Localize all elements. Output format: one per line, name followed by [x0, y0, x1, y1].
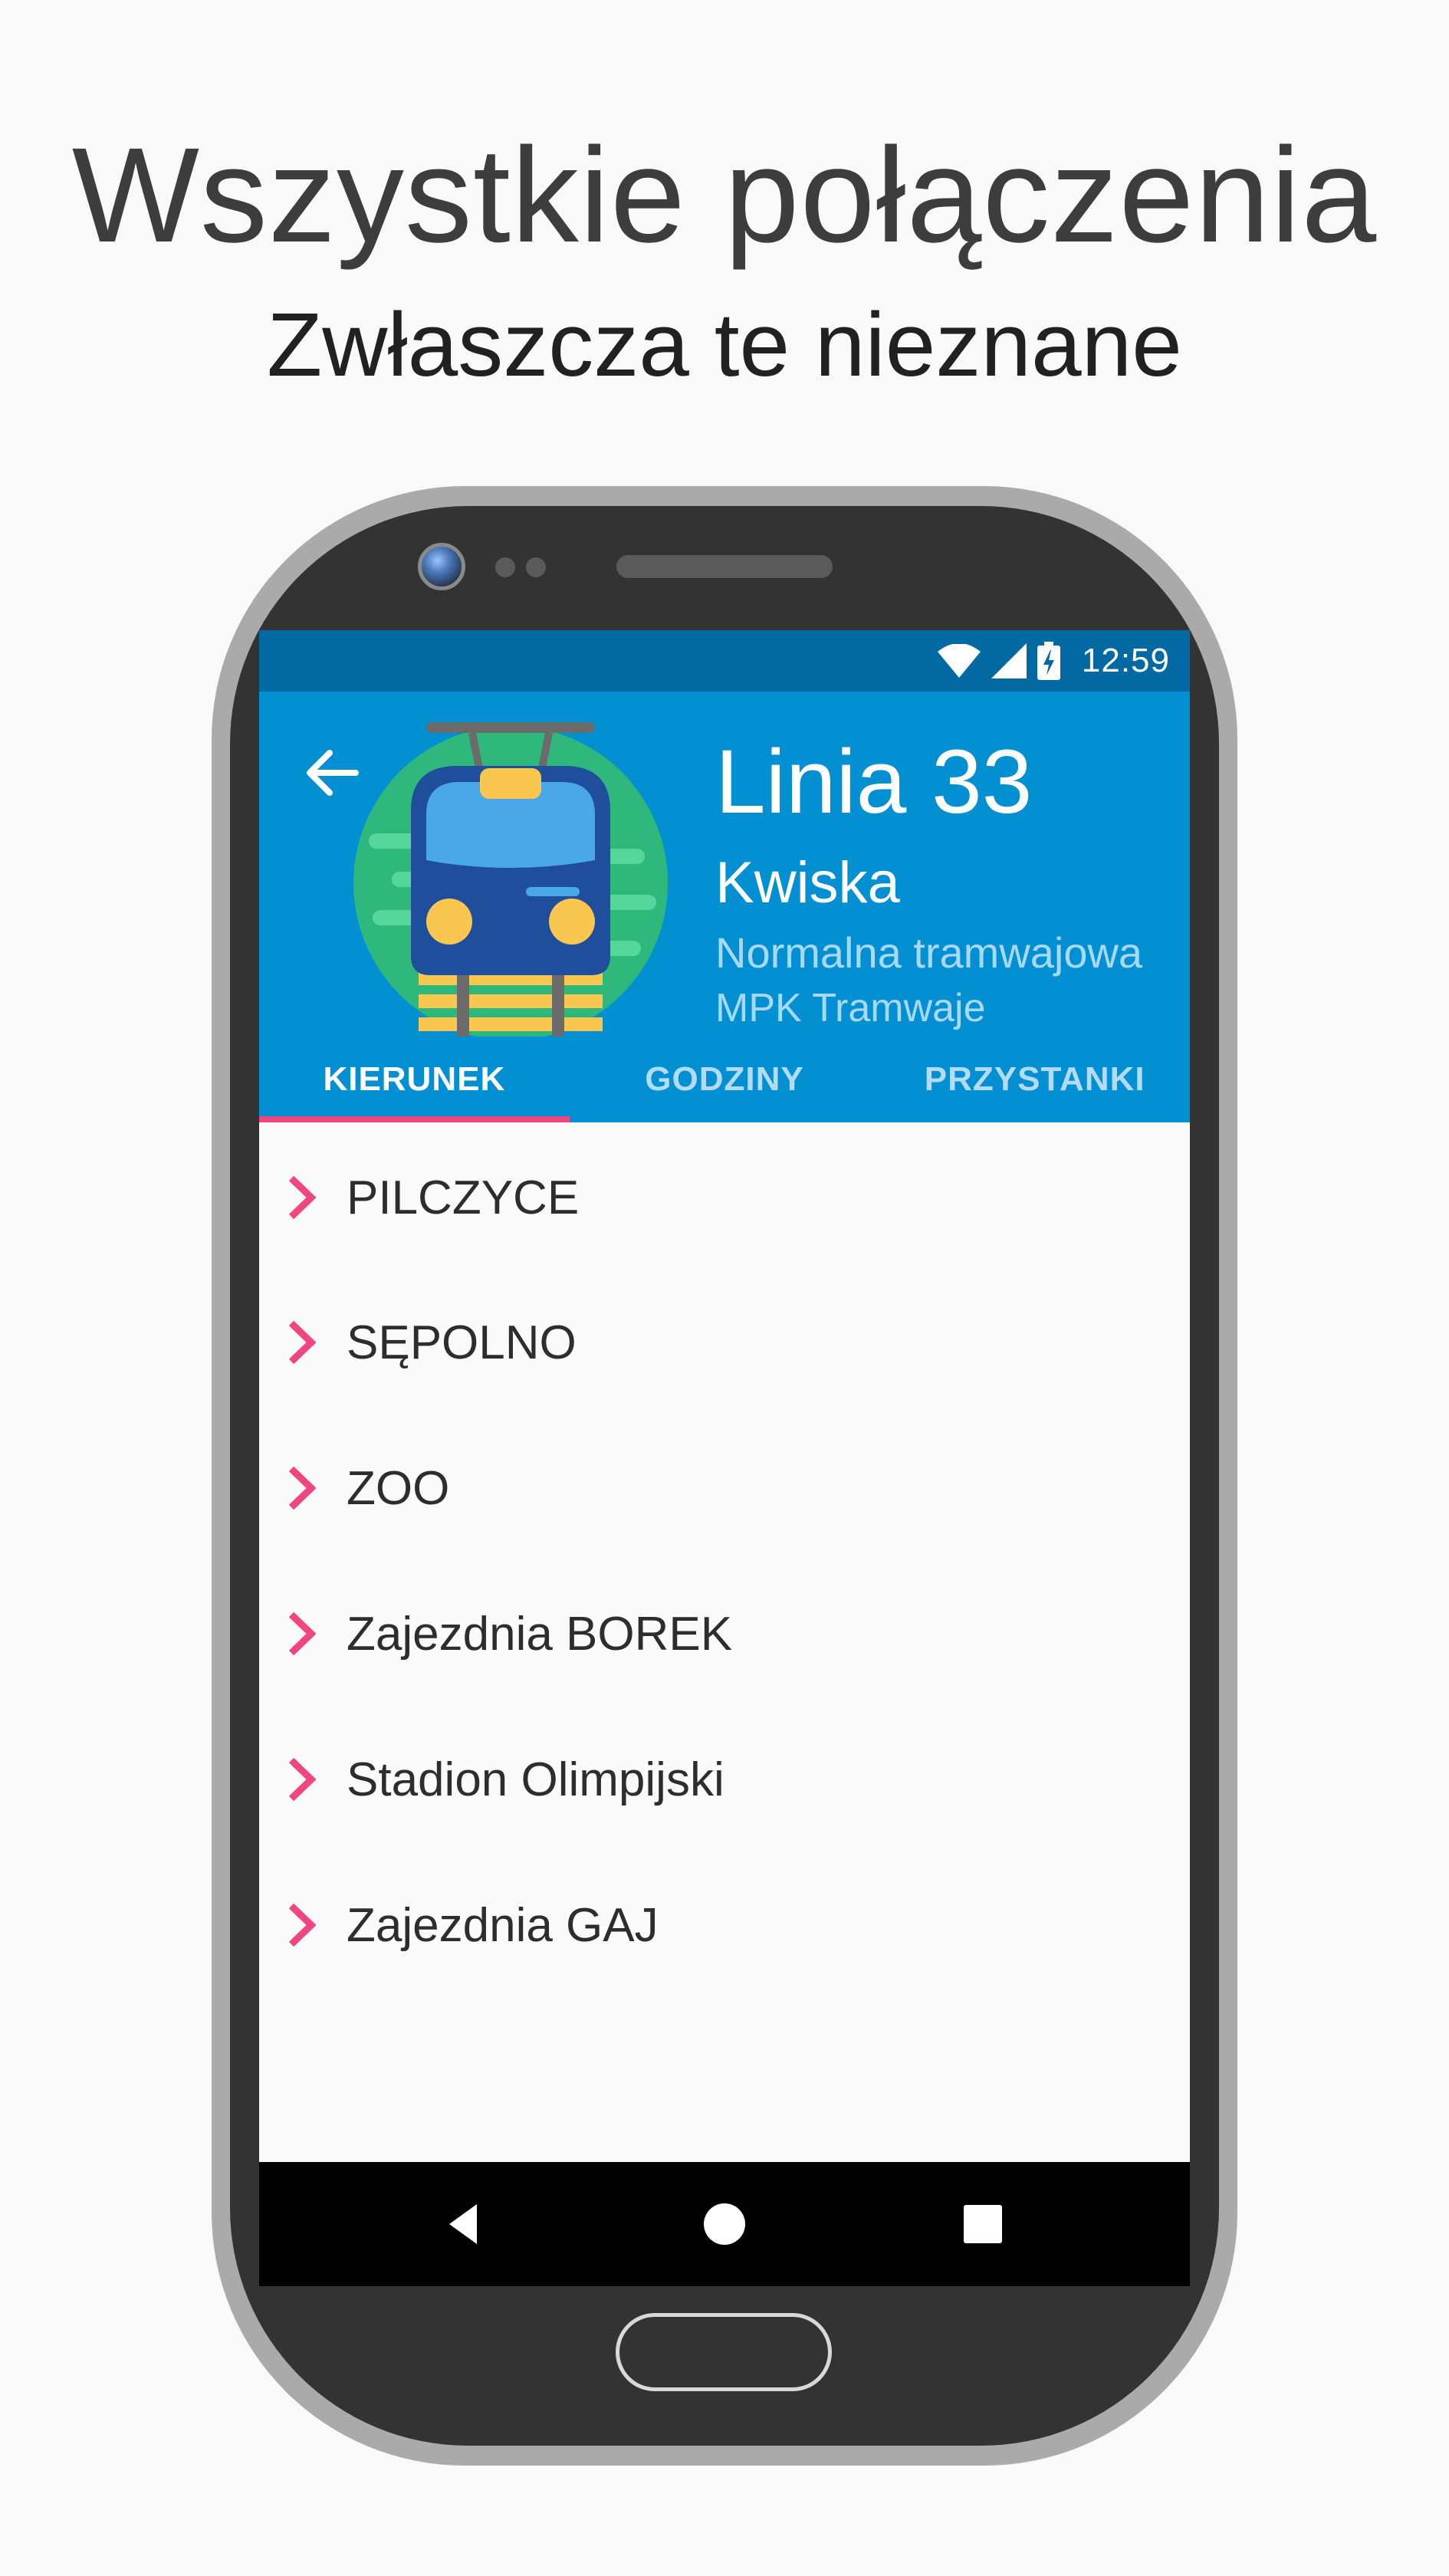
nav-home-icon[interactable] [697, 2196, 752, 2252]
line-title: Linia 33 [715, 731, 1033, 833]
tram-front-icon [353, 722, 668, 1040]
tab-kierunek[interactable]: KIERUNEK [259, 1037, 570, 1122]
battery-charging-icon [1037, 642, 1060, 680]
promo-headline: Wszystkie połączenia [71, 120, 1378, 271]
tab-godziny[interactable]: GODZINY [570, 1037, 880, 1122]
direction-label: SĘPOLNO [347, 1316, 577, 1369]
direction-label: Zajezdnia BOREK [347, 1607, 733, 1661]
nav-recents-icon[interactable] [955, 2196, 1010, 2252]
arrow-back-icon[interactable] [302, 742, 363, 803]
sensor-dot [495, 557, 515, 577]
direction-label: PILCZYCE [347, 1171, 580, 1224]
nav-back-icon[interactable] [439, 2196, 494, 2252]
line-operator: MPK Tramwaje [715, 986, 986, 1030]
sensor-dot [526, 557, 546, 577]
list-item[interactable]: Zajezdnia BOREK [259, 1561, 1190, 1707]
line-subtitle: Kwiska [715, 850, 900, 915]
chevron-right-icon [288, 1466, 317, 1510]
cell-signal-icon [991, 643, 1027, 678]
line-type: Normalna tramwajowa [715, 928, 1143, 977]
status-icons: 12:59 [937, 641, 1170, 681]
status-time: 12:59 [1081, 642, 1170, 679]
direction-list: PILCZYCE SĘPOLNO ZOO Zajezdnia BOREK Sta… [259, 1122, 1190, 1998]
tab-bar: KIERUNEK GODZINY PRZYSTANKI [259, 1037, 1190, 1122]
list-item[interactable]: ZOO [259, 1415, 1190, 1561]
tab-przystanki[interactable]: PRZYSTANKI [879, 1037, 1190, 1122]
list-item[interactable]: PILCZYCE [259, 1122, 1190, 1270]
chevron-right-icon [288, 1175, 317, 1220]
earpiece-speaker [616, 555, 833, 578]
chevron-right-icon [288, 1320, 317, 1365]
chevron-right-icon [288, 1757, 317, 1802]
promo-subheadline: Zwłaszcza te nieznane [267, 294, 1182, 396]
system-nav-bar [259, 2162, 1190, 2286]
status-bar: 12:59 [259, 630, 1190, 692]
list-item[interactable]: Zajezdnia GAJ [259, 1852, 1190, 1998]
direction-label: Stadion Olimpijski [347, 1753, 724, 1806]
list-item[interactable]: SĘPOLNO [259, 1270, 1190, 1415]
wifi-icon [937, 644, 981, 678]
app-screen: 12:59 Linia 33 Kwiska Normalna tramwajow… [259, 630, 1190, 2286]
front-camera [418, 543, 465, 590]
direction-label: Zajezdnia GAJ [347, 1898, 659, 1952]
line-header: Linia 33 Kwiska Normalna tramwajowa MPK … [259, 692, 1190, 1040]
direction-label: ZOO [347, 1461, 450, 1515]
list-item[interactable]: Stadion Olimpijski [259, 1707, 1190, 1852]
chevron-right-icon [288, 1903, 317, 1947]
hardware-home-button[interactable] [616, 2313, 832, 2391]
chevron-right-icon [288, 1612, 317, 1656]
